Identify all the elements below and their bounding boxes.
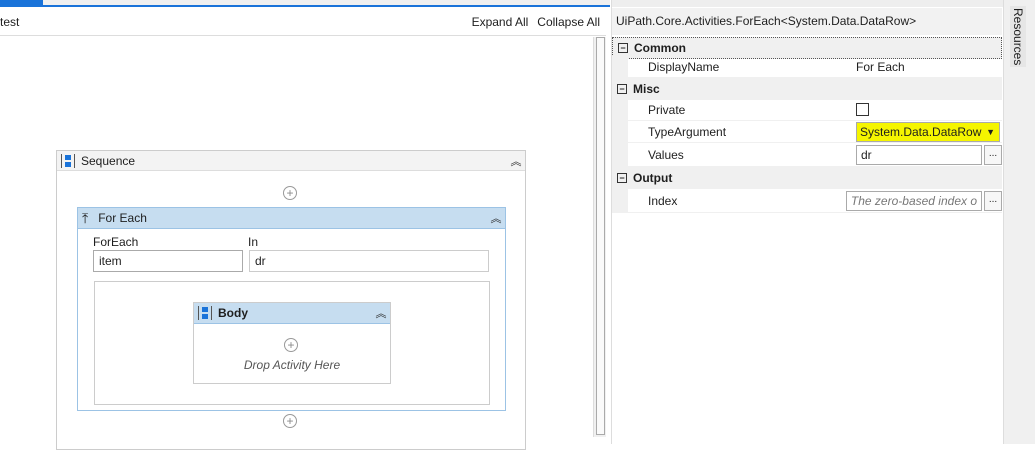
property-values: Values dr... [612, 143, 1002, 167]
vertical-scrollbar[interactable] [593, 37, 606, 437]
collapse-chevron-icon[interactable]: ︽ [372, 305, 390, 321]
foreach-title: For Each [98, 211, 147, 225]
resources-tab[interactable]: Resources [1010, 6, 1026, 68]
sequence-activity[interactable]: Sequence ︽ + ⤒ For Each ︽ ForEach item I… [56, 150, 526, 450]
document-tab-strip [0, 0, 610, 7]
designer-header: test Expand All Collapse All [0, 8, 606, 36]
body-header[interactable]: Body ︽ [194, 303, 390, 324]
foreach-label: ForEach [93, 235, 139, 249]
property-typeargument: TypeArgument System.Data.DataRow ▼ [612, 121, 1002, 143]
displayname-value[interactable]: For Each [852, 56, 1002, 78]
collapse-toggle-icon[interactable]: − [617, 84, 627, 94]
property-name: Private [612, 99, 852, 121]
active-document-tab[interactable] [0, 0, 43, 7]
in-collection-input[interactable]: dr [249, 250, 489, 272]
property-name: DisplayName [612, 56, 852, 78]
foreach-activity[interactable]: ⤒ For Each ︽ ForEach item In dr Body ︽ +… [77, 207, 506, 411]
values-ellipsis-button[interactable]: ... [984, 144, 1002, 165]
typeargument-value: System.Data.DataRow [860, 124, 982, 139]
property-name: Values [612, 143, 852, 167]
private-checkbox[interactable] [856, 103, 869, 116]
collapse-toggle-icon[interactable]: − [617, 173, 627, 183]
sequence-header[interactable]: Sequence ︽ [57, 151, 525, 171]
expand-all-link[interactable]: Expand All [472, 15, 529, 29]
breadcrumb[interactable]: test [0, 15, 463, 29]
designer-canvas: Sequence ︽ + ⤒ For Each ︽ ForEach item I… [0, 37, 593, 450]
resources-sidebar: Resources [1003, 0, 1035, 444]
foreach-header[interactable]: ⤒ For Each ︽ [78, 208, 505, 229]
property-displayname: DisplayName For Each [612, 56, 1002, 78]
category-label: Misc [633, 82, 660, 96]
activity-type-name: UiPath.Core.Activities.ForEach<System.Da… [612, 8, 1002, 35]
index-input[interactable]: The zero-based index o [845, 190, 982, 211]
body-container: Body ︽ + Drop Activity Here [94, 281, 490, 405]
properties-panel: UiPath.Core.Activities.ForEach<System.Da… [611, 0, 1004, 444]
values-input[interactable]: dr [856, 144, 982, 165]
sequence-icon [198, 306, 212, 320]
property-index: Index The zero-based index o... [612, 189, 1002, 213]
property-name: Index [612, 189, 842, 213]
sequence-icon [61, 153, 75, 168]
dropdown-arrow-icon: ▼ [986, 126, 995, 137]
body-activity[interactable]: Body ︽ + Drop Activity Here [193, 302, 391, 384]
sequence-title: Sequence [81, 153, 136, 168]
category-label: Output [633, 171, 673, 185]
category-label: Common [634, 41, 686, 55]
index-ellipsis-button[interactable]: ... [984, 190, 1002, 211]
collapse-chevron-icon[interactable]: ︽ [487, 210, 505, 226]
collapse-chevron-icon[interactable]: ︽ [507, 153, 525, 169]
in-label: In [248, 235, 259, 249]
collapse-toggle-icon[interactable]: − [618, 43, 628, 53]
drop-activity-hint: Drop Activity Here [243, 358, 341, 372]
foreach-item-input[interactable]: item [93, 250, 243, 272]
property-name: TypeArgument [612, 121, 852, 143]
typeargument-dropdown[interactable]: System.Data.DataRow ▼ [856, 121, 1000, 142]
add-activity-plus-icon[interactable]: + [284, 338, 298, 352]
add-activity-plus-icon[interactable]: + [283, 414, 297, 428]
category-output[interactable]: − Output [612, 167, 1002, 189]
property-private: Private [612, 99, 1002, 121]
body-title: Body [218, 306, 248, 320]
collapse-all-link[interactable]: Collapse All [537, 15, 600, 29]
add-activity-plus-icon[interactable]: + [283, 186, 297, 200]
properties-title-bar [612, 0, 1004, 7]
foreach-icon: ⤒ [82, 209, 89, 226]
scrollbar-thumb[interactable] [596, 37, 605, 435]
category-misc[interactable]: − Misc [612, 78, 1002, 100]
